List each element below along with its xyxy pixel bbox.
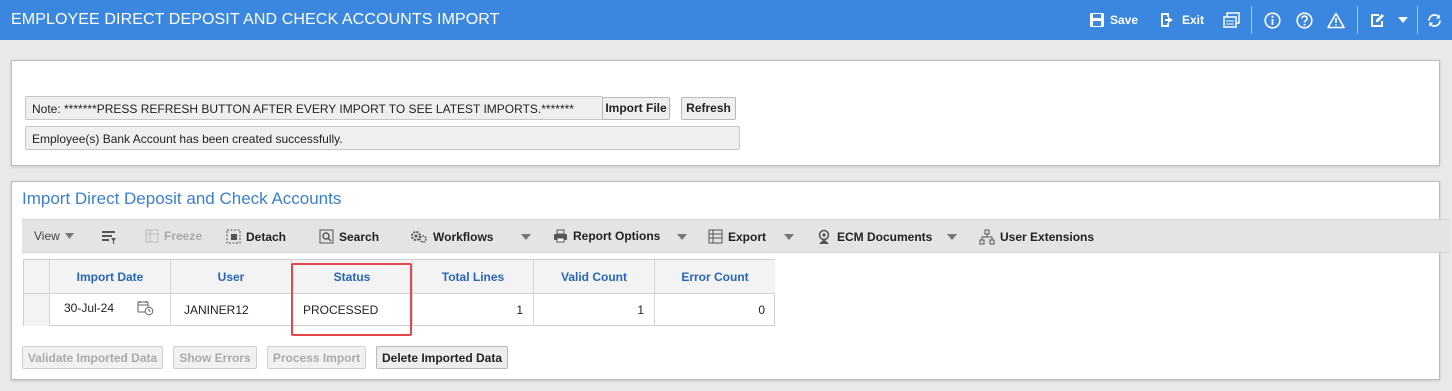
cell-total-lines[interactable]: 1: [413, 294, 534, 326]
export-dropdown-icon[interactable]: [784, 234, 794, 240]
import-file-button[interactable]: Import File: [602, 97, 670, 120]
search-icon: [319, 229, 334, 244]
filter-icon: [101, 229, 117, 245]
info-icon[interactable]: [1262, 10, 1282, 30]
export-button[interactable]: Export: [708, 229, 766, 244]
freeze-button[interactable]: Freeze: [145, 229, 202, 243]
toolbar-separator: [1417, 6, 1418, 34]
warning-icon[interactable]: [1326, 10, 1346, 30]
imports-grid: Import Date User Status Total Lines Vali…: [23, 259, 775, 326]
column-header-valid-count[interactable]: Valid Count: [534, 260, 655, 294]
import-date-value: 30-Jul-24: [64, 301, 115, 315]
workflows-dropdown-icon[interactable]: [521, 234, 531, 240]
gear-icon: [410, 229, 428, 244]
report-options-dropdown-icon[interactable]: [677, 234, 687, 240]
process-import-button[interactable]: Process Import: [267, 346, 366, 369]
show-errors-button[interactable]: Show Errors: [173, 346, 257, 369]
workflows-label: Workflows: [433, 229, 494, 244]
cell-error-count[interactable]: 0: [655, 294, 775, 326]
row-selector-header[interactable]: [24, 260, 50, 294]
cell-user[interactable]: JANINER12: [171, 294, 292, 326]
user-extensions-button[interactable]: User Extensions: [979, 229, 1094, 245]
row-selector[interactable]: [24, 294, 50, 326]
save-button[interactable]: Save: [1089, 10, 1138, 30]
toolbar-separator: [1357, 6, 1358, 34]
edit-icon[interactable]: [1367, 10, 1387, 30]
exit-icon: [1159, 12, 1177, 28]
ecm-documents-label: ECM Documents: [837, 230, 933, 244]
column-header-error-count[interactable]: Error Count: [655, 260, 775, 294]
report-options-button[interactable]: Report Options: [553, 229, 660, 243]
validate-imported-data-button[interactable]: Validate Imported Data: [22, 346, 163, 369]
grid-toolbar: View Freeze Detach Search Workflows Repo…: [22, 219, 1449, 253]
filter-button[interactable]: [101, 229, 117, 245]
delete-imported-data-button[interactable]: Delete Imported Data: [376, 346, 508, 369]
save-label: Save: [1110, 13, 1139, 27]
cell-import-date[interactable]: 30-Jul-24: [50, 294, 171, 326]
freeze-label: Freeze: [164, 229, 203, 243]
refresh-icon[interactable]: [1424, 10, 1444, 30]
detach-button[interactable]: Detach: [226, 229, 286, 244]
section-title: Import Direct Deposit and Check Accounts: [22, 189, 342, 208]
column-header-total-lines[interactable]: Total Lines: [413, 260, 534, 294]
search-button[interactable]: Search: [319, 229, 379, 244]
freeze-icon: [145, 229, 159, 243]
save-icon: [1089, 12, 1105, 28]
user-extensions-label: User Extensions: [1000, 230, 1095, 244]
copy-window-icon[interactable]: [1221, 10, 1241, 30]
export-icon: [708, 229, 723, 244]
ecm-documents-button[interactable]: ECM Documents: [816, 229, 932, 245]
help-icon[interactable]: [1294, 10, 1314, 30]
chevron-down-icon[interactable]: [1393, 10, 1413, 30]
refresh-button[interactable]: Refresh: [681, 97, 736, 120]
export-label: Export: [728, 229, 767, 244]
ecm-icon: [816, 229, 832, 245]
search-label: Search: [339, 229, 380, 244]
exit-label: Exit: [1182, 13, 1205, 27]
chevron-down-icon: [64, 233, 74, 239]
column-header-user[interactable]: User: [171, 260, 292, 294]
exit-button[interactable]: Exit: [1159, 10, 1204, 30]
cell-valid-count[interactable]: 1: [534, 294, 655, 326]
hierarchy-icon: [979, 229, 995, 245]
calendar-icon[interactable]: [137, 300, 154, 316]
toolbar-separator: [1251, 6, 1252, 34]
note-message: Note: *******PRESS REFRESH BUTTON AFTER …: [25, 96, 603, 120]
print-icon: [553, 229, 568, 243]
detach-icon: [226, 229, 241, 244]
title-bar: EMPLOYEE DIRECT DEPOSIT AND CHECK ACCOUN…: [0, 0, 1452, 40]
ecm-documents-dropdown-icon[interactable]: [947, 234, 957, 240]
column-header-status[interactable]: Status: [292, 260, 413, 294]
window-title: EMPLOYEE DIRECT DEPOSIT AND CHECK ACCOUN…: [11, 11, 500, 28]
status-message: Employee(s) Bank Account has been create…: [25, 126, 740, 150]
cell-status[interactable]: PROCESSED: [292, 294, 413, 326]
column-header-import-date[interactable]: Import Date: [50, 260, 171, 294]
import-panel: Note: *******PRESS REFRESH BUTTON AFTER …: [11, 60, 1440, 166]
report-options-label: Report Options: [573, 229, 661, 243]
view-menu[interactable]: View: [34, 229, 74, 243]
workflows-button[interactable]: Workflows: [410, 229, 493, 244]
view-label: View: [34, 229, 60, 243]
detach-label: Detach: [246, 229, 287, 244]
